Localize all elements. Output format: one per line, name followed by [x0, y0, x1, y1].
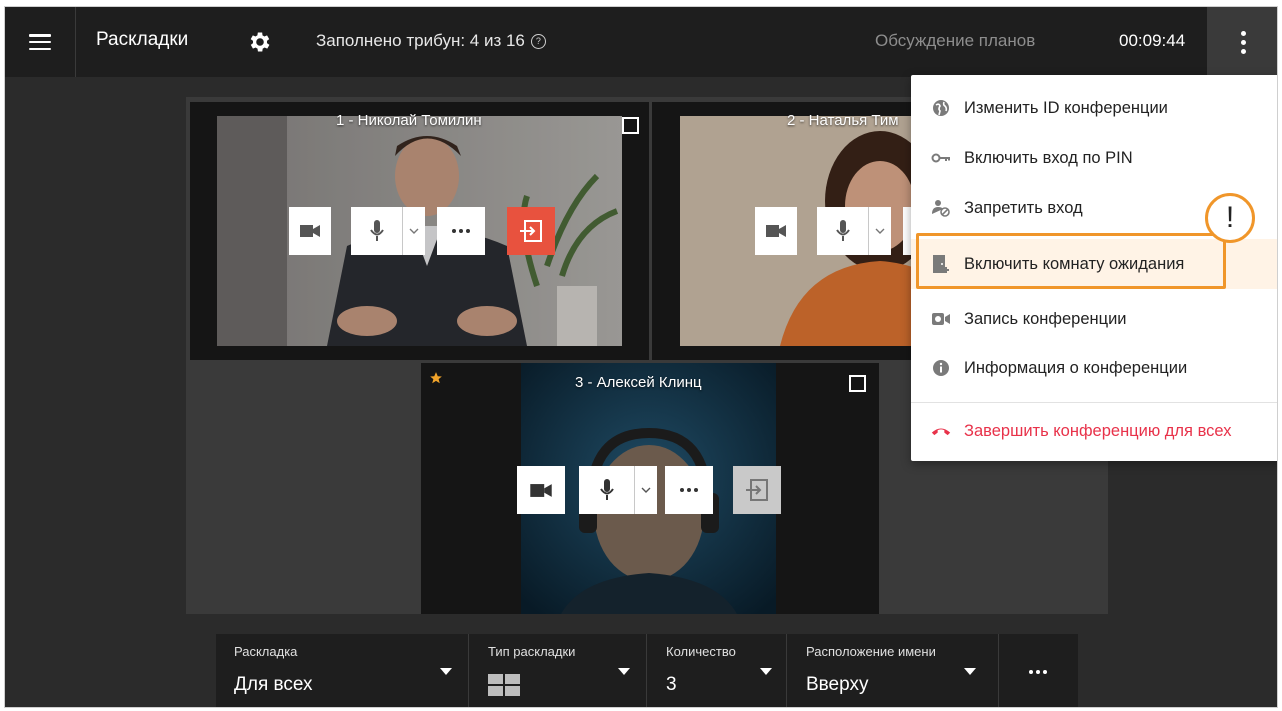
video-tile-3[interactable]: 3 - Алексей Клинц [421, 363, 879, 614]
menu-item-label: Запись конференции [964, 309, 1127, 328]
exclamation-callout: ! [1205, 193, 1255, 243]
ellipsis-icon [1029, 669, 1047, 674]
name-position-select[interactable]: Расположение имени Вверху [786, 634, 999, 707]
star-icon [430, 372, 442, 384]
ellipsis-icon [452, 229, 470, 233]
menu-item-label: Запретить вход [964, 198, 1083, 217]
camera-icon [530, 483, 552, 497]
tile-checkbox-1[interactable] [622, 117, 639, 134]
microphone-button-1[interactable] [351, 207, 425, 255]
menu-item-end-for-all[interactable]: Завершить конференцию для всех [911, 406, 1277, 456]
microphone-button-3[interactable] [579, 466, 657, 514]
layout-value: Для всех [234, 674, 313, 695]
tribunes-status: Заполнено трибун: 4 из 16? [316, 31, 546, 51]
conference-timer: 00:09:44 [1119, 31, 1186, 50]
participant-name-1: 1 - Николай Томилин [336, 112, 482, 129]
record-icon [932, 313, 950, 325]
layout-label: Раскладка [234, 644, 298, 659]
conference-name: Обсуждение планов [875, 31, 1036, 50]
exclamation-mark: ! [1225, 201, 1235, 234]
microphone-icon [600, 479, 614, 500]
hangup-icon [931, 428, 951, 436]
caret-down-icon [618, 668, 630, 675]
info-icon [933, 360, 949, 376]
camera-icon [300, 225, 320, 237]
grid-layout-icon [488, 674, 520, 696]
waiting-room-icon [933, 255, 949, 273]
layout-type-select[interactable]: Тип раскладки [468, 634, 647, 707]
layout-settings-bar: Раскладка Для всех Тип раскладки Количес… [216, 634, 1078, 707]
camera-button-3[interactable] [517, 466, 565, 514]
menu-item-label: Включить вход по PIN [964, 148, 1133, 167]
menu-item-change-id[interactable]: Изменить ID конференции [911, 83, 1277, 133]
help-icon[interactable]: ? [530, 34, 546, 49]
chevron-down-icon [875, 228, 885, 234]
microphone-button-2[interactable] [817, 207, 891, 255]
microphone-icon [370, 220, 384, 241]
ellipsis-icon [680, 488, 698, 492]
menu-item-waiting-room[interactable]: Включить комнату ожидания [911, 239, 1277, 289]
menu-item-label: Изменить ID конференции [964, 98, 1168, 117]
more-button-3[interactable] [665, 466, 713, 514]
microphone-dropdown-3[interactable] [634, 466, 657, 514]
more-options-button[interactable] [1207, 7, 1277, 77]
menu-item-info[interactable]: Информация о конференции [911, 343, 1277, 393]
tribunes-text: Заполнено трибун: 4 из 16 [316, 31, 525, 50]
layout-select[interactable]: Раскладка Для всех [216, 634, 469, 707]
bottom-more-button[interactable] [998, 634, 1078, 707]
count-value: 3 [666, 674, 677, 695]
menu-item-enable-pin[interactable]: Включить вход по PIN [911, 133, 1277, 183]
participant-name-3: 3 - Алексей Клинц [575, 374, 702, 391]
chevron-down-icon [409, 228, 419, 234]
caret-down-icon [440, 668, 452, 675]
kebab-dot [1240, 30, 1246, 36]
microphone-dropdown-2[interactable] [868, 207, 891, 255]
exit-tribune-button-1[interactable] [507, 207, 555, 255]
menu-divider [911, 402, 1277, 403]
chevron-down-icon [641, 487, 651, 493]
menu-item-record[interactable]: Запись конференции [911, 294, 1277, 344]
top-bar: Раскладки Заполнено трибун: 4 из 16? Обс… [5, 7, 1277, 77]
exit-icon [520, 220, 542, 242]
user-block-icon [932, 200, 950, 217]
microphone-icon [836, 220, 850, 241]
caret-down-icon [964, 668, 976, 675]
hamburger-menu-button[interactable] [5, 7, 76, 77]
count-label: Количество [666, 644, 736, 659]
tile-checkbox-3[interactable] [849, 375, 866, 392]
menu-item-label: Включить комнату ожидания [964, 254, 1185, 273]
menu-item-label: Завершить конференцию для всех [964, 421, 1232, 440]
count-select[interactable]: Количество 3 [646, 634, 787, 707]
page-title: Раскладки [96, 29, 189, 50]
exit-tribune-button-3[interactable] [733, 466, 781, 514]
camera-icon [766, 225, 786, 237]
globe-icon [933, 100, 949, 116]
conference-options-menu: Изменить ID конференции Включить вход по… [911, 75, 1277, 461]
layout-type-label: Тип раскладки [488, 644, 576, 659]
microphone-dropdown-1[interactable] [402, 207, 425, 255]
caret-down-icon [760, 668, 772, 675]
name-position-value: Вверху [806, 674, 869, 695]
menu-item-label: Информация о конференции [964, 358, 1188, 377]
participant-name-2: 2 - Наталья Тим [787, 112, 899, 129]
video-tile-1[interactable]: 1 - Николай Томилин [190, 102, 649, 360]
kebab-dot [1240, 39, 1246, 45]
key-icon [931, 153, 950, 163]
camera-button-2[interactable] [755, 207, 797, 255]
hamburger-icon [29, 34, 51, 50]
gear-icon[interactable] [247, 29, 273, 55]
camera-button-1[interactable] [289, 207, 331, 255]
conference-window: Раскладки Заполнено трибун: 4 из 16? Обс… [4, 6, 1278, 708]
kebab-dot [1240, 48, 1246, 54]
name-position-label: Расположение имени [806, 644, 936, 659]
more-button-1[interactable] [437, 207, 485, 255]
exit-icon [746, 479, 768, 501]
